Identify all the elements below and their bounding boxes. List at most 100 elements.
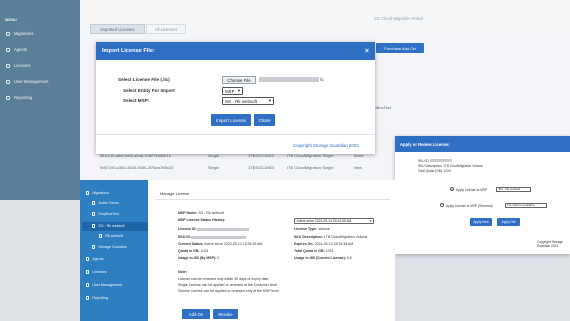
close-icon[interactable]: × (365, 48, 369, 55)
field-label: Usage in GB (By MSP): (178, 256, 217, 260)
sidebar-item-label: Active Demo (98, 201, 119, 205)
sidebar-item-user-management[interactable]: User Management (86, 283, 122, 287)
sidebar-item-migrations[interactable]: Migrations (86, 191, 109, 195)
msp-select-value: SG - Rk websoft (225, 98, 257, 104)
field-value: 1024 (325, 249, 334, 253)
status-history-select[interactable]: Active since 2023-09-14 15:34:35 AM ▾ (294, 218, 374, 224)
choose-file-button[interactable]: Choose File (222, 76, 256, 84)
apply-new-button[interactable]: Apply New (470, 218, 492, 226)
table-cell: Single (208, 165, 220, 170)
sku-id-value (430, 159, 452, 162)
expires-on-row: Expires On: 2024-09-13 15:34:35 AM (294, 242, 353, 246)
sidebar-item-agents[interactable]: Agents (6, 47, 27, 52)
total-quota: Total Quota (GB): 1024 (418, 169, 451, 173)
sidebar-item-label: Licenses (92, 270, 107, 274)
field-value: 1024 (200, 249, 209, 253)
close-button[interactable]: Close (254, 114, 275, 126)
chevron-down-icon: ▾ (369, 219, 372, 223)
sidebar-item-reporting[interactable]: Reporting (6, 95, 32, 100)
field-label: Usage in GB (Current License): (294, 256, 346, 260)
table-cell: ITB CloudMigration Single (287, 165, 334, 170)
modal-header: Import License File: × (96, 42, 375, 60)
migration-icon (6, 31, 10, 36)
sidebar-item-reporting[interactable]: Reporting (86, 296, 108, 300)
license-id-row: License ID: (178, 227, 197, 231)
import-license-modal: Import License File: × Select License Fi… (96, 42, 375, 154)
field-label: SKU ID: (178, 235, 192, 239)
user-icon (99, 234, 103, 238)
migration-icon (86, 191, 90, 195)
selected-file-name (259, 77, 319, 82)
field-label: MSP Name: (178, 211, 198, 215)
panel-header: Apply or Renew License: (395, 136, 570, 152)
file-extension: lic (320, 77, 324, 82)
sku-id-label: SKU ID: (418, 159, 430, 163)
sidebar-item-migrations[interactable]: Migrations (6, 31, 33, 36)
license-icon (86, 270, 90, 274)
sidebar-item-licenses[interactable]: Licenses (86, 270, 107, 274)
field-label: Quota in GB: (178, 249, 200, 253)
sku-id-value (191, 235, 246, 239)
entity-select-value: MSP (225, 88, 235, 94)
apply-renewal-label: Apply License to MSP (Renewal) (446, 203, 493, 208)
note-line: License can be renewed only within 30 da… (178, 277, 270, 281)
table-cell: 1TBSGC1M03 (248, 165, 275, 170)
apply-renewal-select[interactable]: No options available (505, 202, 547, 208)
sidebar-item-label: Rk websoft (105, 234, 124, 238)
msp-name-row: MSP Name: SG - Rk websoft (178, 211, 224, 215)
msp-status-history-label: MSP License Status History: (178, 218, 225, 222)
usage-msp-row: Usage in GB (By MSP): 0 (178, 256, 219, 260)
sidebar-item-licenses[interactable]: Licenses (6, 63, 31, 68)
chevron-down-icon: ▾ (237, 88, 240, 93)
table-cell: 9d57190-a384-4535-9000-2f75ad7b5b23 (100, 165, 174, 170)
field-value: 1TB CloudMigration Volume (323, 235, 368, 239)
sidebar-item-label: Reporting (92, 296, 108, 300)
apply-msp-select[interactable]: SG - Rk websoft (496, 186, 531, 192)
revoke-button[interactable]: Revoke (213, 309, 238, 319)
table-row[interactable]: 9d57190-a384-4535-9000-2f75ad7b5b23 Sing… (96, 163, 396, 171)
tab-all-licenses[interactable]: All Licenses (146, 24, 186, 34)
report-icon (6, 95, 10, 100)
license-file-label: Select License File (.lic) (118, 77, 170, 82)
apply-old-button[interactable]: Apply Old (497, 218, 520, 226)
sidebar-item-active-demo[interactable]: Active Demo (92, 201, 119, 205)
field-value: Active since 2023-09-14 15:34:35 AM (204, 242, 263, 246)
portal-title: SG Cloud Migration Portal (374, 16, 423, 21)
copyright-text: Copyright Storage Guardian 2023 (293, 143, 359, 148)
apply-msp-radio[interactable] (450, 187, 454, 191)
sku-id-row: SKU ID: (178, 235, 191, 239)
field-label: MSP License Status History: (178, 218, 226, 222)
renew-copyright: Copyright Storage Guardian 2023 (537, 240, 563, 248)
page-title: Manage License (160, 191, 190, 196)
sidebar-item-label: Agents (92, 257, 104, 261)
sidebar-item-label: DropBoxTest (98, 212, 119, 216)
msp-select[interactable]: SG - Rk websoft ▾ (222, 97, 274, 105)
sidebar-item-storage-guardian[interactable]: Storage Guardian (92, 245, 127, 249)
add-on-button[interactable]: Add-On (182, 309, 210, 319)
import-license-button[interactable]: Import License (211, 114, 251, 126)
current-status-row: Current Status: Active since 2023-09-14 … (178, 242, 262, 246)
background-sidebar: MENU Migrations Agents Licenses User Man… (0, 0, 80, 200)
title-divider (155, 199, 390, 200)
field-value: 0.6 (346, 256, 352, 260)
agent-icon (86, 257, 90, 261)
apply-renewal-radio[interactable] (440, 203, 444, 207)
sidebar-item-dropboxtest[interactable]: DropBoxTest (92, 212, 119, 216)
field-label: License ID: (178, 227, 197, 231)
sidebar-item-sg-rk-websoft[interactable]: SG - Rk websoft (92, 224, 125, 228)
sidebar-item-rk-websoft[interactable]: Rk websoft (99, 234, 123, 238)
entity-select[interactable]: MSP ▾ (222, 87, 243, 95)
demo-icon (92, 201, 96, 205)
modal-divider (96, 134, 375, 135)
agent-icon (6, 47, 10, 52)
table-cell: New (354, 165, 363, 170)
report-icon (86, 296, 90, 300)
sidebar-item-label: Migrations (14, 31, 34, 36)
sidebar-item-agents[interactable]: Agents (86, 257, 104, 261)
sidebar-item-label: User Management (14, 79, 49, 84)
license-icon (6, 63, 10, 68)
field-value: SG - Rk websoft (198, 211, 224, 215)
tab-imported-licenses[interactable]: Imported Licenses (90, 24, 145, 34)
purchase-addon-button[interactable]: Purchase Add-On (376, 43, 424, 53)
sidebar-item-user-management[interactable]: User Management (6, 79, 48, 84)
